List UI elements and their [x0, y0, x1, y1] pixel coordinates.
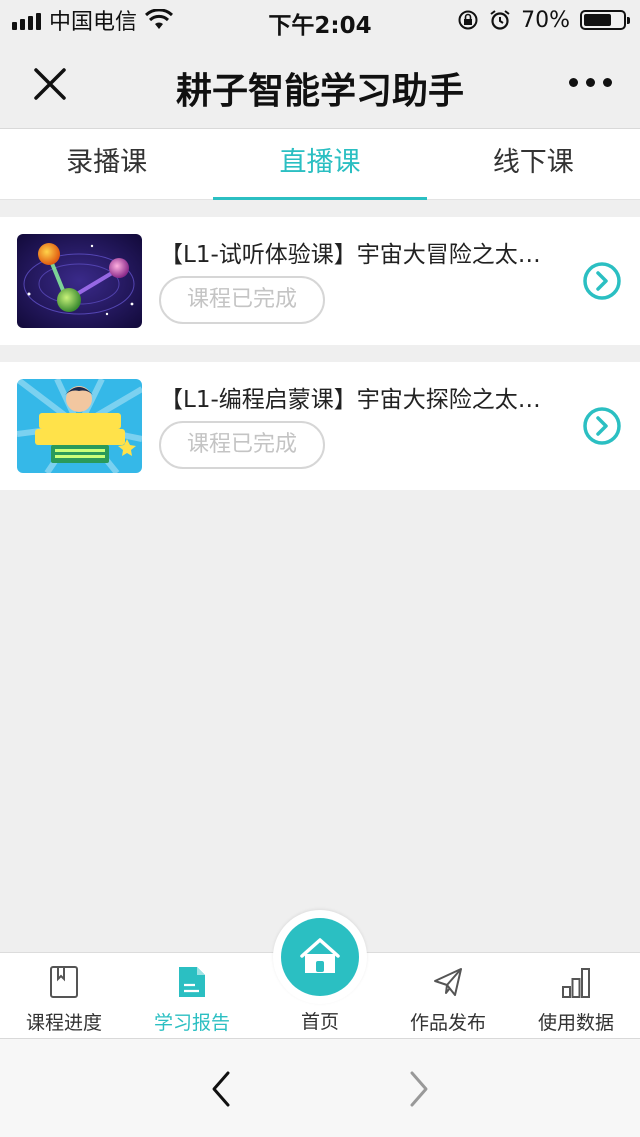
back-arrow-icon[interactable]	[206, 1069, 236, 1109]
paper-plane-icon	[434, 968, 462, 996]
tab-home-label: 首页	[300, 1011, 339, 1033]
status-badge: 课程已完成	[159, 276, 325, 324]
tab-label: 学习报告	[153, 1012, 230, 1034]
page-title: 耕子智能学习助手	[175, 71, 464, 112]
report-icon	[179, 967, 205, 997]
tab-label: 作品发布	[409, 1012, 486, 1034]
tab-recorded[interactable]: 录播课	[0, 129, 213, 199]
status-badge: 课程已完成	[159, 421, 325, 469]
chevron-right-circle-icon[interactable]	[582, 261, 622, 301]
browser-toolbar	[0, 1038, 640, 1137]
nav-bar: 耕子智能学习助手	[0, 40, 640, 129]
course-type-tabs: 录播课 直播课 线下课	[0, 129, 640, 200]
space-planets-thumbnail	[17, 234, 142, 328]
tab-course-progress[interactable]: 课程进度	[0, 953, 128, 1039]
tab-learning-report[interactable]: 学习报告	[128, 953, 256, 1039]
battery-percent: 70%	[521, 7, 570, 33]
tab-publish-works[interactable]: 作品发布	[384, 953, 512, 1039]
course-title: 【L1-试听体验课】宇宙大冒险之太…	[160, 242, 541, 268]
tab-label: 使用数据	[537, 1012, 614, 1034]
course-card[interactable]: 【L1-编程启蒙课】宇宙大探险之太… 课程已完成	[0, 362, 640, 490]
home-button-circle[interactable]	[281, 918, 359, 996]
home-button[interactable]	[273, 910, 367, 1004]
tab-usage-data[interactable]: 使用数据	[512, 953, 640, 1039]
chevron-right-circle-icon[interactable]	[582, 406, 622, 446]
home-icon	[300, 938, 340, 973]
course-title: 【L1-编程启蒙课】宇宙大探险之太…	[160, 387, 541, 413]
forward-arrow-icon[interactable]	[404, 1069, 434, 1109]
alarm-icon	[490, 10, 510, 30]
kids-coding-poster-thumbnail	[17, 379, 142, 473]
orientation-lock-icon	[458, 10, 478, 30]
more-icon[interactable]	[569, 78, 612, 87]
bar-chart-icon	[562, 968, 590, 998]
tab-label: 课程进度	[25, 1012, 102, 1034]
battery-icon	[580, 10, 630, 30]
book-icon	[50, 966, 78, 998]
tab-offline[interactable]: 线下课	[427, 129, 640, 199]
status-bar: 中国电信 下午2:04 70%	[0, 0, 640, 40]
course-card[interactable]: 【L1-试听体验课】宇宙大冒险之太… 课程已完成	[0, 217, 640, 345]
tab-live[interactable]: 直播课	[213, 129, 427, 200]
